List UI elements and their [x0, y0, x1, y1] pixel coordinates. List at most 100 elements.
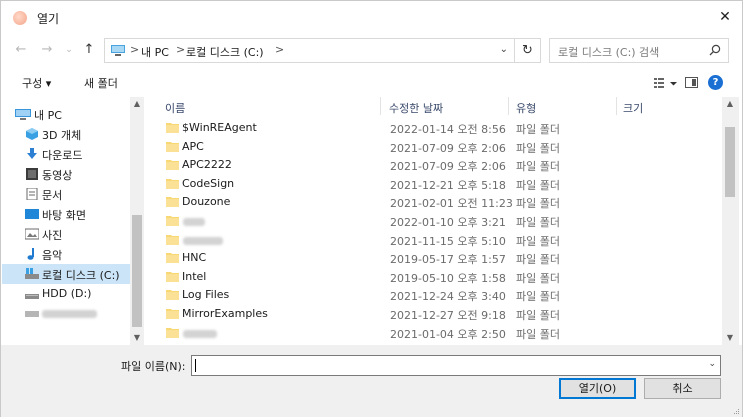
nav-item-local-disk-c[interactable]: 로컬 디스크 (C:)	[2, 264, 131, 284]
filename-input[interactable]: ⌄	[191, 355, 721, 376]
nav-item-desktop[interactable]: 바탕 화면	[2, 204, 131, 224]
table-row[interactable]: 2021-01-04 오후 2:50 파일 폴더	[147, 324, 722, 343]
nav-item-videos[interactable]: 동영상	[2, 164, 131, 184]
table-row[interactable]: MirrorExamples 2021-12-27 오전 9:18 파일 폴더	[147, 305, 722, 324]
forward-arrow-icon[interactable]: →	[39, 42, 55, 58]
column-header-size[interactable]: 크기	[623, 100, 643, 116]
nav-item-label: 사진	[42, 229, 63, 242]
preview-pane-icon[interactable]	[685, 77, 698, 88]
text-caret	[195, 359, 196, 372]
nav-item-3d-objects[interactable]: 3D 개체	[2, 124, 131, 144]
back-arrow-icon[interactable]: ←	[13, 42, 29, 58]
column-divider[interactable]	[616, 97, 617, 115]
breadcrumb-separator: >	[130, 43, 140, 56]
file-type: 파일 폴더	[516, 160, 560, 174]
recent-locations-chevron-icon[interactable]: ⌄	[61, 42, 77, 58]
folder-icon	[166, 178, 179, 189]
nav-item-label: 로컬 디스크 (C:)	[42, 269, 120, 282]
nav-item-this-pc[interactable]: 내 PC	[2, 104, 131, 124]
file-date: 2021-11-15 오후 5:10	[390, 234, 506, 248]
table-row[interactable]: APC2222 2021-07-09 오후 2:06 파일 폴더	[147, 156, 722, 175]
file-name: CodeSign	[182, 176, 235, 190]
open-file-dialog: 열기 ✕ ← → ⌄ ↑ > 내 PC > 로컬 디스크 (C:) > ⌄ ↻ …	[0, 0, 743, 417]
search-input[interactable]: 로컬 디스크 (C:) 검색	[549, 38, 729, 63]
column-header-row: ^ 이름 수정한 날짜 유형 크기	[147, 97, 722, 115]
scroll-down-arrow-icon[interactable]: ▼	[723, 331, 737, 345]
file-name: MirrorExamples	[182, 307, 268, 320]
breadcrumb-local-disk[interactable]: 로컬 디스크 (C:)	[186, 44, 264, 60]
file-list: ^ 이름 수정한 날짜 유형 크기 $WinREAgent 2022-01-14 …	[147, 97, 741, 345]
address-bar[interactable]: > 내 PC > 로컬 디스크 (C:) > ⌄	[104, 38, 515, 63]
up-arrow-icon[interactable]: ↑	[81, 42, 97, 58]
resize-grip-icon[interactable]	[732, 407, 740, 415]
column-divider[interactable]	[508, 97, 509, 115]
file-name: APC	[182, 139, 204, 153]
folder-icon	[166, 271, 179, 282]
change-view-icon[interactable]	[653, 76, 681, 90]
local-disk-icon	[25, 268, 39, 279]
nav-item-downloads[interactable]: 다운로드	[2, 144, 131, 164]
file-date: 2019-05-17 오후 1:57	[390, 253, 506, 267]
file-date: 2021-12-27 오전 9:18	[390, 309, 506, 322]
nav-item-documents[interactable]: 문서	[2, 184, 131, 204]
file-date: 2021-12-21 오후 5:18	[390, 178, 506, 192]
file-date: 2019-05-10 오후 1:58	[390, 271, 506, 285]
open-button[interactable]: 열기(O)	[559, 378, 636, 399]
nav-scrollbar[interactable]: ▲ ▼	[130, 97, 144, 345]
cancel-button[interactable]: 취소	[644, 378, 721, 399]
table-row[interactable]: 2022-01-10 오후 3:21 파일 폴더	[147, 212, 722, 231]
scroll-up-arrow-icon[interactable]: ▲	[723, 97, 737, 111]
new-folder-button[interactable]: 새 폴더	[84, 75, 118, 91]
file-name: Log Files	[182, 288, 230, 302]
file-name: Intel	[182, 269, 207, 283]
scroll-up-arrow-icon[interactable]: ▲	[130, 97, 144, 111]
table-row[interactable]: Douzone 2021-02-01 오전 11:23 파일 폴더	[147, 193, 722, 212]
app-icon	[13, 11, 27, 25]
breadcrumb-pc[interactable]: 내 PC	[141, 44, 169, 60]
nav-item-label: 바탕 화면	[42, 209, 86, 222]
file-type: 파일 폴더	[516, 197, 560, 211]
nav-item-pictures[interactable]: 사진	[2, 224, 131, 244]
organize-button[interactable]: 구성 ▾	[22, 75, 51, 91]
redacted-file-name	[183, 329, 217, 338]
close-button[interactable]: ✕	[714, 6, 736, 28]
scrollbar-thumb[interactable]	[132, 215, 142, 327]
column-header-type[interactable]: 유형	[516, 100, 536, 116]
table-row[interactable]: 2021-11-15 오후 5:10 파일 폴더	[147, 231, 722, 250]
folder-icon	[166, 141, 179, 152]
file-date: 2021-07-09 오후 2:06	[390, 160, 506, 174]
table-row[interactable]: Log Files 2021-12-24 오후 3:40 파일 폴더	[147, 286, 722, 305]
redacted-label	[42, 310, 97, 318]
file-date: 2022-01-10 오후 3:21	[390, 216, 506, 229]
sort-ascending-caret-icon: ^	[270, 97, 278, 104]
3d-objects-icon	[26, 128, 38, 140]
file-list-scrollbar[interactable]: ▲ ▼	[722, 97, 739, 345]
scroll-down-arrow-icon[interactable]: ▼	[130, 331, 144, 345]
address-dropdown-chevron-icon[interactable]: ⌄	[500, 44, 508, 55]
filename-dropdown-chevron-icon[interactable]: ⌄	[708, 359, 716, 369]
file-type: 파일 폴더	[516, 253, 560, 267]
file-date: 2021-12-24 오후 3:40	[390, 290, 506, 304]
table-row[interactable]: APC 2021-07-09 오후 2:06 파일 폴더	[147, 138, 722, 157]
nav-item-music[interactable]: 음악	[2, 244, 131, 264]
nav-item-label: 다운로드	[42, 149, 83, 162]
table-row[interactable]: HNC 2019-05-17 오후 1:57 파일 폴더	[147, 249, 722, 268]
dialog-footer: 파일 이름(N): ⌄ 열기(O) 취소	[1, 345, 742, 417]
nav-item-label: 문서	[42, 189, 63, 202]
scrollbar-thumb[interactable]	[725, 127, 735, 197]
column-header-date[interactable]: 수정한 날짜	[389, 100, 443, 116]
file-date: 2022-01-14 오전 8:56	[390, 123, 506, 136]
help-icon[interactable]: ?	[708, 75, 723, 90]
title-bar: 열기 ✕	[1, 1, 742, 33]
column-header-name[interactable]: 이름	[165, 100, 185, 116]
nav-item-redacted[interactable]	[2, 304, 131, 324]
document-icon	[26, 188, 38, 200]
file-type: 파일 폴더	[516, 123, 560, 136]
table-row[interactable]: Intel 2019-05-10 오후 1:58 파일 폴더	[147, 268, 722, 287]
navigation-pane: 내 PC 3D 개체 다운로드 동영상 문서 바탕 화면 사진 음악 로컬 디스…	[2, 97, 145, 345]
table-row[interactable]: $WinREAgent 2022-01-14 오전 8:56 파일 폴더	[147, 119, 722, 138]
table-row[interactable]: CodeSign 2021-12-21 오후 5:18 파일 폴더	[147, 175, 722, 194]
nav-item-hdd-d[interactable]: HDD (D:)	[2, 284, 131, 304]
column-divider[interactable]	[380, 97, 381, 115]
refresh-icon[interactable]: ↻	[515, 38, 541, 63]
